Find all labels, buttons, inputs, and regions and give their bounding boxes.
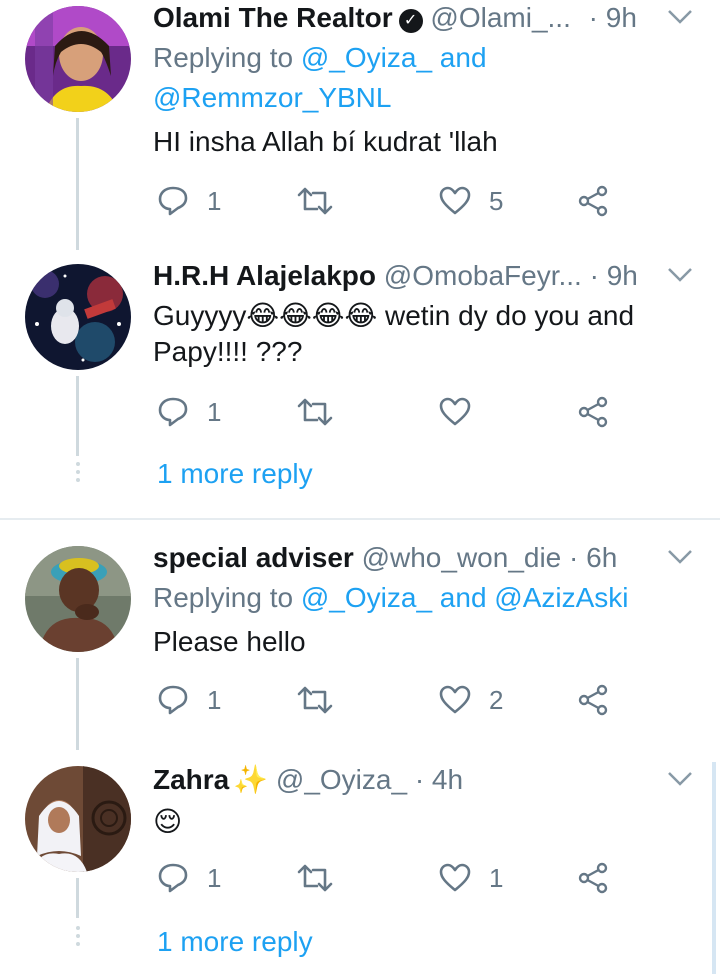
tweet-text: HI insha Allah bí kudrat 'llah — [153, 126, 498, 157]
share-button[interactable] — [577, 680, 609, 720]
like-button[interactable]: 1 — [439, 858, 503, 898]
retweet-button[interactable] — [297, 392, 333, 432]
retweet-icon — [297, 686, 333, 714]
tweet-text: Please hello — [153, 626, 306, 657]
scrollbar[interactable] — [712, 762, 716, 974]
timestamp[interactable]: · 9h — [589, 2, 637, 33]
retweet-button[interactable] — [297, 181, 333, 221]
share-icon — [578, 684, 608, 716]
mention-link[interactable]: @_Oyiza_ — [301, 42, 432, 73]
heart-icon — [439, 863, 471, 892]
thread-line — [76, 878, 79, 918]
replying-prefix: Replying to — [153, 582, 301, 613]
replying-to: Replying to @_Oyiza_ and — [153, 40, 487, 76]
chevron-down-icon[interactable] — [666, 6, 694, 28]
like-count: 2 — [489, 684, 504, 715]
tweet-actions: 1 5 — [153, 181, 623, 221]
conversation-divider — [0, 518, 720, 520]
tweet-text: Guyyyy😂😂😂😂 wetin dy do you and Papy!!!! … — [153, 300, 635, 367]
tweet-special-adviser[interactable]: special adviser @who_won_die · 6h Replyi… — [0, 540, 720, 750]
reply-count: 1 — [207, 684, 222, 715]
thread-line — [76, 658, 79, 750]
share-icon — [578, 185, 608, 217]
like-count: 1 — [489, 862, 504, 893]
retweet-button[interactable] — [297, 858, 333, 898]
sparkles-icon: ✨ — [233, 764, 269, 795]
avatar[interactable] — [25, 546, 131, 652]
share-button[interactable] — [577, 181, 609, 221]
retweet-icon — [297, 864, 333, 892]
replying-to: Replying to @_Oyiza_ and @AzizAski — [153, 580, 629, 616]
retweet-icon — [297, 187, 333, 215]
replying-prefix: Replying to — [153, 42, 301, 73]
verified-icon: ✓ — [398, 9, 423, 33]
display-name[interactable]: special adviser — [153, 542, 354, 573]
timestamp[interactable]: · 6h — [569, 542, 617, 573]
chevron-down-icon[interactable] — [666, 768, 694, 790]
like-button[interactable]: 5 — [439, 181, 503, 221]
reply-button[interactable]: 1 — [157, 858, 221, 898]
thread-dots — [76, 462, 80, 486]
more-replies-link[interactable]: 1 more reply — [157, 456, 313, 492]
like-count: 5 — [489, 185, 504, 216]
reply-button[interactable]: 1 — [157, 680, 221, 720]
reply-button[interactable]: 1 — [157, 181, 221, 221]
display-name[interactable]: Olami The Realtor — [153, 2, 393, 33]
like-button[interactable] — [439, 392, 489, 432]
retweet-icon — [297, 398, 333, 426]
thread-dots — [76, 926, 80, 950]
chevron-down-icon[interactable] — [666, 264, 694, 286]
timestamp[interactable]: · 9h — [590, 260, 638, 291]
chevron-down-icon[interactable] — [666, 546, 694, 568]
reply-count: 1 — [207, 862, 222, 893]
mention-link[interactable]: @AzizAski — [494, 582, 628, 613]
tweet-alajelakpo[interactable]: H.R.H Alajelakpo @OmobaFeyr... · 9h Guyy… — [0, 258, 720, 518]
retweet-button[interactable] — [297, 680, 333, 720]
display-name[interactable]: Zahra — [153, 764, 229, 795]
heart-icon — [439, 685, 471, 714]
share-button[interactable] — [577, 392, 609, 432]
mention-link[interactable]: @_Oyiza_ — [301, 582, 432, 613]
display-name[interactable]: H.R.H Alajelakpo — [153, 260, 376, 291]
reply-icon — [158, 685, 188, 715]
more-replies-link[interactable]: 1 more reply — [157, 924, 313, 960]
tweet-actions: 1 2 — [153, 680, 623, 720]
reply-icon — [158, 397, 188, 427]
tweet-actions: 1 — [153, 392, 623, 432]
share-button[interactable] — [577, 858, 609, 898]
handle[interactable]: @OmobaFeyr... — [384, 260, 582, 291]
tweet-header: special adviser @who_won_die · 6h — [153, 540, 640, 576]
heart-icon — [439, 397, 471, 426]
like-button[interactable]: 2 — [439, 680, 503, 720]
reply-count: 1 — [207, 396, 222, 427]
tweet-actions: 1 1 — [153, 858, 623, 898]
handle[interactable]: @_Oyiza_ — [276, 764, 407, 795]
avatar[interactable] — [25, 264, 131, 370]
reply-count: 1 — [207, 185, 222, 216]
share-icon — [578, 396, 608, 428]
avatar[interactable] — [25, 6, 131, 112]
replying-and[interactable]: and — [432, 582, 494, 613]
tweet-header: Zahra ✨ @_Oyiza_ · 4h — [153, 762, 640, 798]
reply-icon — [158, 863, 188, 893]
thread-line — [76, 118, 79, 250]
tweet-header: Olami The Realtor ✓ @Olami_... · 9h — [153, 0, 640, 36]
replying-and[interactable]: and — [432, 42, 487, 73]
handle[interactable]: @who_won_die — [362, 542, 562, 573]
tweet-header: H.R.H Alajelakpo @OmobaFeyr... · 9h — [153, 258, 640, 294]
timestamp[interactable]: · 4h — [415, 764, 463, 795]
heart-icon — [439, 186, 471, 215]
handle[interactable]: @Olami_... — [430, 2, 570, 33]
tweet-olami[interactable]: Olami The Realtor ✓ @Olami_... · 9h Reply… — [0, 0, 720, 250]
share-icon — [578, 862, 608, 894]
mention-link[interactable]: @Remmzor_YBNL — [153, 82, 391, 113]
avatar[interactable] — [25, 766, 131, 872]
thread-line — [76, 376, 79, 456]
replying-to-second-line: @Remmzor_YBNL — [153, 80, 391, 116]
reply-icon — [158, 186, 188, 216]
tweet-text: 😌 — [153, 806, 183, 837]
tweet-zahra[interactable]: Zahra ✨ @_Oyiza_ · 4h 😌 1 1 1 more reply — [0, 762, 720, 974]
reply-button[interactable]: 1 — [157, 392, 221, 432]
